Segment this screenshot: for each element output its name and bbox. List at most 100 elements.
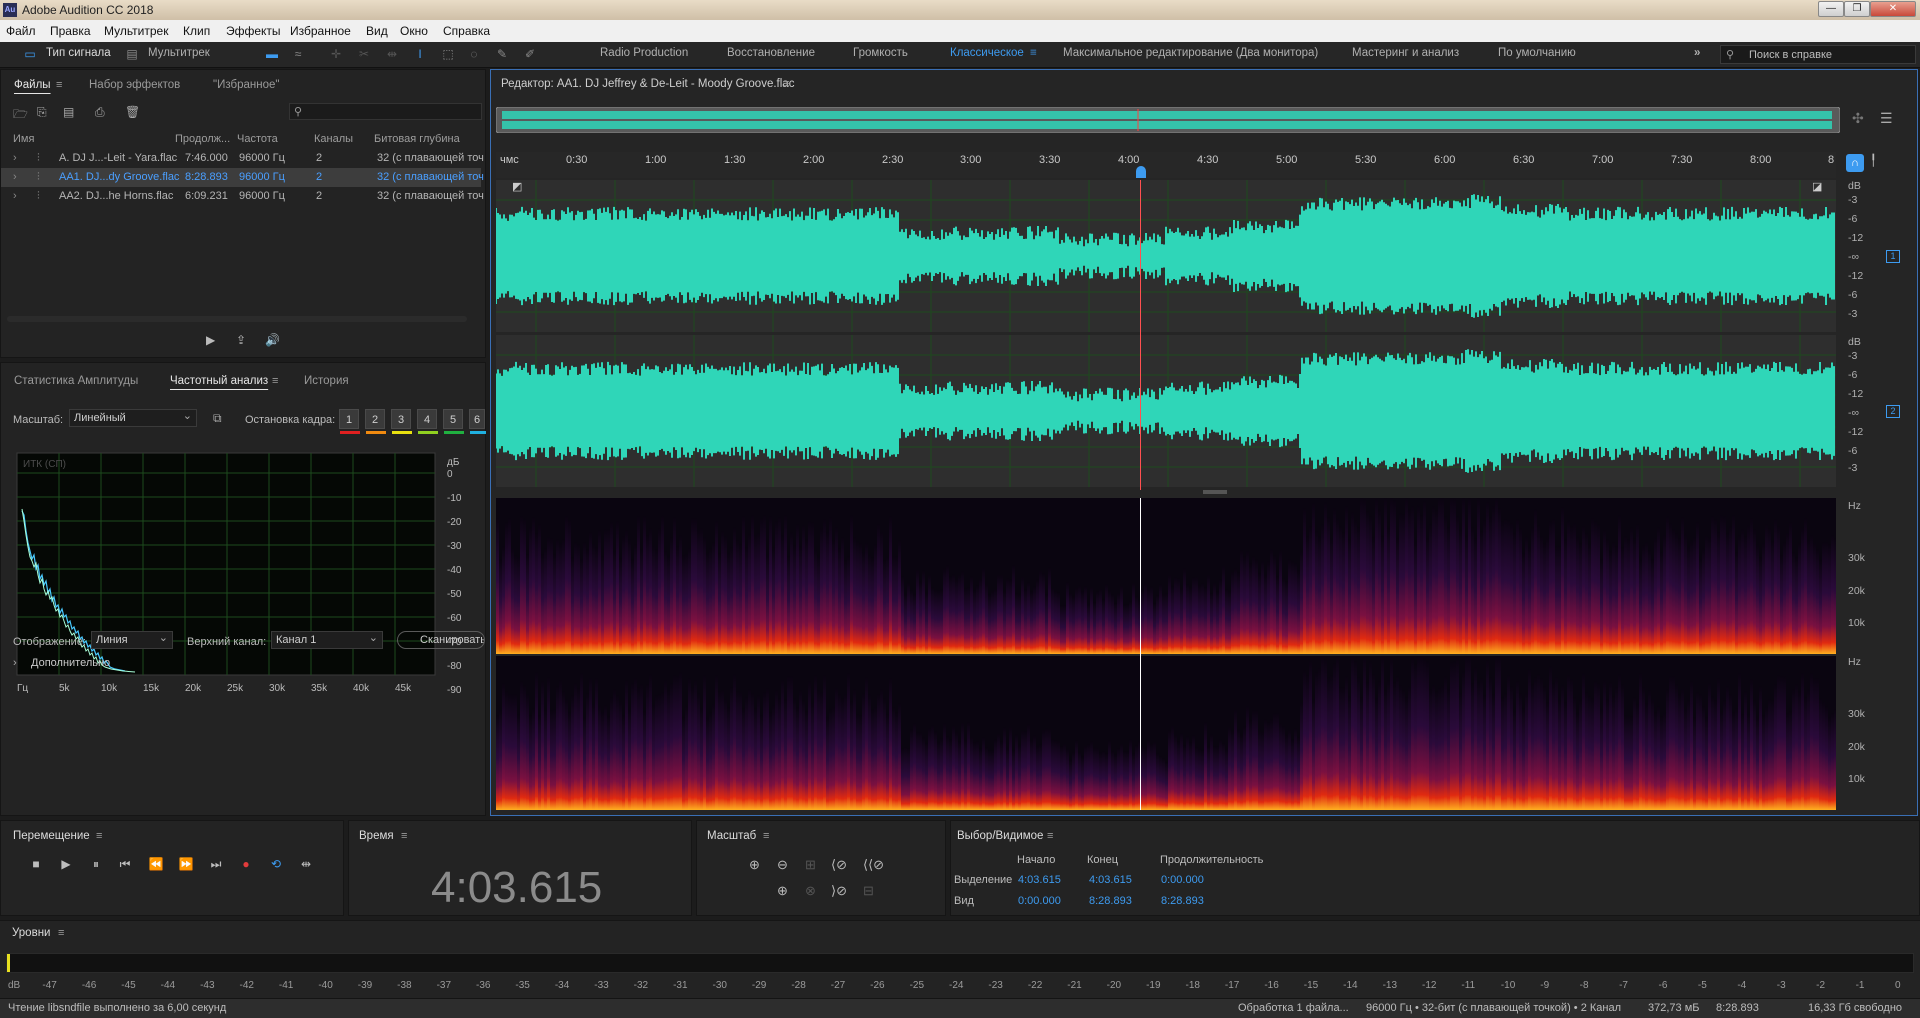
waveform-view-icon[interactable]: ▬ [264, 47, 280, 61]
record-icon[interactable]: ● [238, 856, 254, 872]
playhead-handle[interactable] [1136, 166, 1146, 178]
scale-dropdown[interactable]: Линейный [69, 409, 197, 427]
hold-3-button[interactable]: 3 [391, 409, 412, 434]
menu-window[interactable]: Окно [400, 24, 428, 38]
tab-files[interactable]: Файлы [14, 79, 51, 91]
zoom-overview-icon[interactable]: ✣ [1852, 110, 1864, 127]
channel-dropdown[interactable]: Канал 1 [271, 631, 383, 649]
zoom-in-time-icon[interactable]: ⊞ [805, 857, 816, 873]
menu-file[interactable]: Файл [6, 24, 36, 38]
move-tool-icon[interactable]: ✛ [328, 47, 344, 61]
splitter-handle[interactable] [1203, 490, 1227, 494]
stop-icon[interactable]: ■ [28, 856, 44, 872]
col-rate[interactable]: Частота [237, 133, 278, 145]
hold-6-button[interactable]: 6 [469, 409, 486, 434]
selection-end[interactable]: 4:03.615 [1089, 874, 1132, 886]
slip-tool-icon[interactable]: ⇹ [384, 47, 400, 61]
maximize-button[interactable]: ❐ [1844, 1, 1870, 17]
close-button[interactable]: ✕ [1870, 1, 1916, 17]
zoom-in-amplitude-icon[interactable]: ⊕ [749, 857, 760, 873]
delete-icon[interactable]: 🗑 [125, 105, 140, 119]
waveform-mode-button[interactable]: Тип сигнала [46, 47, 111, 59]
next-icon[interactable]: ⏭ [208, 856, 224, 872]
file-row[interactable]: › ⫶ AA1. DJ...dy Groove.flac 8:28.893 960… [1, 168, 484, 187]
menu-multitrack[interactable]: Мультитрек [104, 24, 168, 38]
menu-help[interactable]: Справка [443, 24, 490, 38]
time-menu-icon[interactable]: ≡ [401, 830, 407, 842]
help-search-placeholder[interactable]: Поиск в справке [1749, 49, 1832, 61]
tab-history[interactable]: История [304, 375, 349, 387]
tab-amplitude-stats[interactable]: Статистика Амплитуды [14, 375, 138, 387]
menu-edit[interactable]: Правка [50, 24, 91, 38]
workspace-loudness[interactable]: Громкость [853, 47, 908, 59]
files-search-input[interactable]: ⚲ [289, 103, 482, 120]
tab-effects-presets[interactable]: Набор эффектов [89, 79, 180, 91]
snap-icon[interactable]: ∩ [1846, 154, 1864, 172]
col-name[interactable]: Имя [13, 133, 34, 145]
workspace-classic[interactable]: Классическое [950, 47, 1024, 59]
help-search-field[interactable]: ⚲ Поиск в справке [1720, 45, 1916, 64]
spectrogram-channel-2[interactable] [496, 656, 1836, 810]
workspace-menu-icon[interactable]: ≡ [1030, 47, 1037, 59]
zoom-out-amplitude-icon[interactable]: ⊖ [777, 857, 788, 873]
fade-out-handle-icon[interactable]: ◪ [1812, 180, 1822, 193]
spectrogram-channel-1[interactable] [496, 498, 1836, 654]
open-file-icon[interactable]: 🗁 [13, 105, 28, 126]
time-selection-tool-icon[interactable]: I [412, 47, 428, 61]
hold-4-button[interactable]: 4 [417, 409, 438, 434]
pause-icon[interactable]: ⏸ [88, 856, 104, 872]
chevron-right-icon[interactable]: › [13, 657, 17, 669]
overview-toggle-icon[interactable]: ☰ [1880, 110, 1893, 127]
zoom-selection-icon[interactable]: ⟨⟨⊘ [863, 857, 884, 873]
insert-multitrack-icon[interactable]: ⎙ [95, 105, 105, 120]
multitrack-mode-button[interactable]: Мультитрек [148, 47, 210, 59]
waveform-channel-2[interactable] [496, 335, 1836, 487]
fast-forward-icon[interactable]: ⏩ [178, 856, 194, 872]
more-workspaces-icon[interactable]: » [1694, 47, 1700, 59]
time-ruler[interactable]: чмс 0:30 1:00 1:30 2:00 2:30 3:00 3:30 4… [496, 152, 1836, 178]
workspace-radio-production[interactable]: Radio Production [600, 47, 688, 59]
menu-clip[interactable]: Клип [183, 24, 210, 38]
advanced-toggle[interactable]: Дополнительно [31, 657, 110, 669]
marquee-tool-icon[interactable]: ⬚ [440, 47, 456, 61]
hold-1-button[interactable]: 1 [339, 409, 360, 434]
skip-selection-icon[interactable]: ⇹ [298, 856, 314, 872]
workspace-max-editing[interactable]: Максимальное редактирование (Два монитор… [1063, 47, 1318, 59]
file-row[interactable]: › ⫶ A. DJ J...-Leit - Yara.flac 7:46.000 … [1, 149, 484, 168]
import-file-icon[interactable]: ⎘ [37, 105, 47, 120]
workspace-mastering[interactable]: Мастеринг и анализ [1352, 47, 1459, 59]
col-bitdepth[interactable]: Битовая глубина [374, 133, 460, 145]
channel-1-toggle[interactable]: 1 [1886, 250, 1900, 263]
menu-effects[interactable]: Эффекты [226, 24, 281, 38]
spot-healing-tool-icon[interactable]: ✐ [522, 47, 538, 61]
razor-tool-icon[interactable]: ✂ [356, 47, 372, 61]
selection-duration[interactable]: 0:00.000 [1161, 874, 1204, 886]
rewind-icon[interactable]: ⏪ [148, 856, 164, 872]
file-row[interactable]: › ⫶ AA2. DJ...he Horns.flac 6:09.231 9600… [1, 187, 484, 206]
display-dropdown[interactable]: Линия [91, 631, 173, 649]
horizontal-scrollbar[interactable] [7, 316, 467, 322]
view-end[interactable]: 8:28.893 [1089, 895, 1132, 907]
editor-menu-icon[interactable]: ≡ [783, 78, 789, 90]
zoom-menu-icon[interactable]: ≡ [763, 830, 769, 842]
zoom-out-full-icon[interactable]: ⟨⊘ [831, 857, 847, 873]
channel-2-toggle[interactable]: 2 [1886, 405, 1900, 418]
hold-2-button[interactable]: 2 [365, 409, 386, 434]
autoplay-icon[interactable]: 🔊 [265, 333, 280, 347]
workspace-default[interactable]: По умолчанию [1498, 47, 1576, 59]
play-preview-icon[interactable]: ▶ [206, 333, 215, 347]
view-start[interactable]: 0:00.000 [1018, 895, 1061, 907]
capture-icon[interactable]: ⧉ [213, 411, 222, 426]
menu-view[interactable]: Вид [366, 24, 388, 38]
waveform-channel-1[interactable] [496, 180, 1836, 332]
fade-in-handle-icon[interactable]: ◩ [512, 180, 522, 193]
levels-menu-icon[interactable]: ≡ [58, 927, 64, 939]
zoom-out-frequency-icon[interactable]: ⊗ [805, 883, 816, 899]
hold-5-button[interactable]: 5 [443, 409, 464, 434]
col-channels[interactable]: Каналы [314, 133, 353, 145]
lasso-tool-icon[interactable]: ◌ [466, 47, 482, 61]
loop-preview-icon[interactable]: ⇪ [236, 333, 246, 347]
selection-start[interactable]: 4:03.615 [1018, 874, 1061, 886]
minimize-button[interactable]: — [1818, 1, 1844, 17]
tab-favorites[interactable]: "Избранное" [213, 79, 279, 91]
